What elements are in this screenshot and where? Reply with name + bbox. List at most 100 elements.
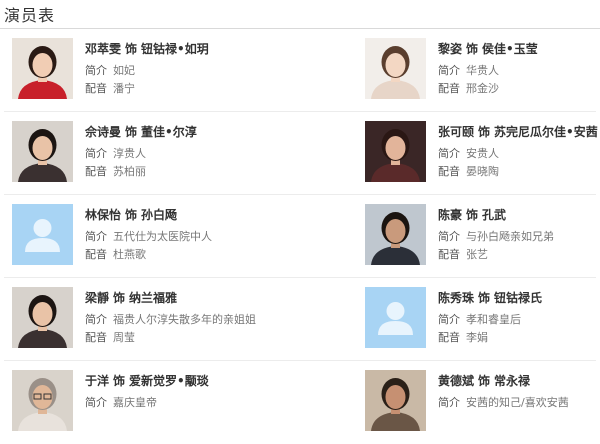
intro-label: 简介 [438, 230, 460, 243]
actor-name-link[interactable]: 邓萃雯 [85, 42, 121, 56]
intro-value: 嘉庆皇帝 [113, 396, 157, 409]
role-connector: 饰 [478, 125, 491, 139]
intro-value: 孝和睿皇后 [466, 313, 521, 326]
actor-name-link[interactable]: 黎姿 [438, 42, 462, 56]
actor-photo[interactable] [365, 287, 426, 348]
cast-section-title: 演员表 [4, 6, 56, 25]
portrait-image [12, 38, 73, 99]
actor-photo[interactable] [365, 370, 426, 431]
role-connector: 饰 [478, 291, 491, 305]
cast-card: 梁靜饰纳兰福雅 简介 福贵人尔淳失散多年的亲姐姐 配音 周莹 [12, 287, 352, 353]
portrait-image [12, 121, 73, 182]
default-avatar-icon [365, 287, 426, 348]
cast-row: 林保怡饰孙白飏 简介 五代仕为太医院中人 配音 杜燕歌 陈豪饰孔武 简介 与孙白飏亲如… [0, 195, 600, 278]
cast-card: 张可颐饰苏完尼瓜尔佳•安茜 简介 安贵人 配音 晏晓陶 [365, 121, 600, 187]
dub-label: 配音 [438, 248, 460, 261]
dub-actor-link[interactable]: 潘宁 [113, 82, 135, 95]
dub-label: 配音 [85, 248, 107, 261]
character-name-link[interactable]: 董佳•尔淳 [141, 125, 197, 139]
dub-actor-link[interactable]: 邢金沙 [466, 82, 499, 95]
default-avatar-icon [12, 204, 73, 265]
cast-card: 陈秀珠饰钮钴禄氏 简介 孝和睿皇后 配音 李娟 [365, 287, 600, 353]
actor-photo[interactable] [12, 370, 73, 431]
character-name-link[interactable]: 常永禄 [494, 374, 530, 388]
portrait-image [365, 370, 426, 431]
character-name-link[interactable]: 孔武 [482, 208, 506, 222]
dub-label: 配音 [438, 82, 460, 95]
portrait-image [365, 204, 426, 265]
portrait-image [12, 370, 73, 431]
role-connector: 饰 [478, 374, 491, 388]
dub-actor-link[interactable]: 李娟 [466, 331, 488, 344]
dub-actor-link[interactable]: 苏柏丽 [113, 165, 146, 178]
role-connector: 饰 [466, 42, 479, 56]
role-connector: 饰 [125, 208, 138, 222]
dub-actor-link[interactable]: 杜燕歌 [113, 248, 146, 261]
actor-name-link[interactable]: 陈秀珠 [438, 291, 474, 305]
cast-row: 邓萃雯饰钮钴禄•如玥 简介 如妃 配音 潘宁 黎姿饰侯佳•玉莹 简介 华贵人 配音 邢金… [0, 29, 600, 112]
actor-photo[interactable] [365, 204, 426, 265]
character-name-link[interactable]: 孙白飏 [141, 208, 177, 222]
cast-card: 黄德斌饰常永禄 简介 安茜的知己/喜欢安茜 [365, 370, 600, 436]
actor-name-link[interactable]: 黄德斌 [438, 374, 474, 388]
actor-name-link[interactable]: 于洋 [85, 374, 109, 388]
cast-card: 黎姿饰侯佳•玉莹 简介 华贵人 配音 邢金沙 [365, 38, 600, 104]
dub-actor-link[interactable]: 晏晓陶 [466, 165, 499, 178]
intro-value: 如妃 [113, 64, 135, 77]
cast-card: 林保怡饰孙白飏 简介 五代仕为太医院中人 配音 杜燕歌 [12, 204, 352, 270]
role-connector: 饰 [113, 374, 126, 388]
intro-value: 福贵人尔淳失散多年的亲姐姐 [113, 313, 256, 326]
actor-photo[interactable] [365, 38, 426, 99]
actor-name-link[interactable]: 佘诗曼 [85, 125, 121, 139]
role-connector: 饰 [466, 208, 479, 222]
character-name-link[interactable]: 侯佳•玉莹 [482, 42, 538, 56]
role-connector: 饰 [113, 291, 126, 305]
character-name-link[interactable]: 钮钴禄氏 [494, 291, 542, 305]
cast-row: 于洋饰爱新觉罗•颙琰 简介 嘉庆皇帝 黄德斌饰常永禄 简介 安茜的知己/喜欢安茜 [0, 361, 600, 444]
actor-name-link[interactable]: 林保怡 [85, 208, 121, 222]
intro-value: 淳贵人 [113, 147, 146, 160]
role-connector: 饰 [125, 42, 138, 56]
intro-label: 简介 [438, 147, 460, 160]
dub-label: 配音 [85, 331, 107, 344]
dub-label: 配音 [85, 165, 107, 178]
role-connector: 饰 [125, 125, 138, 139]
dub-label: 配音 [85, 82, 107, 95]
intro-label: 简介 [85, 64, 107, 77]
cast-card: 邓萃雯饰钮钴禄•如玥 简介 如妃 配音 潘宁 [12, 38, 352, 104]
intro-value: 华贵人 [466, 64, 499, 77]
cast-card: 佘诗曼饰董佳•尔淳 简介 淳贵人 配音 苏柏丽 [12, 121, 352, 187]
character-name-link[interactable]: 钮钴禄•如玥 [141, 42, 209, 56]
intro-value: 安茜的知己/喜欢安茜 [466, 396, 569, 409]
cast-grid: 邓萃雯饰钮钴禄•如玥 简介 如妃 配音 潘宁 黎姿饰侯佳•玉莹 简介 华贵人 配音 邢金… [0, 29, 600, 444]
cast-card: 陈豪饰孔武 简介 与孙白飏亲如兄弟 配音 张艺 [365, 204, 600, 270]
intro-label: 简介 [85, 396, 107, 409]
character-name-link[interactable]: 苏完尼瓜尔佳•安茜 [494, 125, 598, 139]
character-name-link[interactable]: 纳兰福雅 [129, 291, 177, 305]
intro-label: 简介 [438, 64, 460, 77]
actor-photo[interactable] [12, 121, 73, 182]
character-name-link[interactable]: 爱新觉罗•颙琰 [129, 374, 209, 388]
portrait-image [365, 38, 426, 99]
actor-photo[interactable] [12, 287, 73, 348]
intro-value: 五代仕为太医院中人 [113, 230, 212, 243]
dub-actor-link[interactable]: 周莹 [113, 331, 135, 344]
actor-name-link[interactable]: 陈豪 [438, 208, 462, 222]
dub-actor-link[interactable]: 张艺 [466, 248, 488, 261]
intro-label: 简介 [85, 313, 107, 326]
cast-row: 佘诗曼饰董佳•尔淳 简介 淳贵人 配音 苏柏丽 张可颐饰苏完尼瓜尔佳•安茜 简介 安贵… [0, 112, 600, 195]
intro-label: 简介 [85, 230, 107, 243]
actor-name-link[interactable]: 梁靜 [85, 291, 109, 305]
dub-label: 配音 [438, 331, 460, 344]
actor-name-link[interactable]: 张可颐 [438, 125, 474, 139]
intro-label: 简介 [85, 147, 107, 160]
cast-row: 梁靜饰纳兰福雅 简介 福贵人尔淳失散多年的亲姐姐 配音 周莹 陈秀珠饰钮钴禄氏 简介… [0, 278, 600, 361]
portrait-image [365, 121, 426, 182]
intro-label: 简介 [438, 313, 460, 326]
actor-photo[interactable] [12, 38, 73, 99]
intro-label: 简介 [438, 396, 460, 409]
portrait-image [12, 287, 73, 348]
actor-photo[interactable] [365, 121, 426, 182]
actor-photo[interactable] [12, 204, 73, 265]
dub-label: 配音 [438, 165, 460, 178]
